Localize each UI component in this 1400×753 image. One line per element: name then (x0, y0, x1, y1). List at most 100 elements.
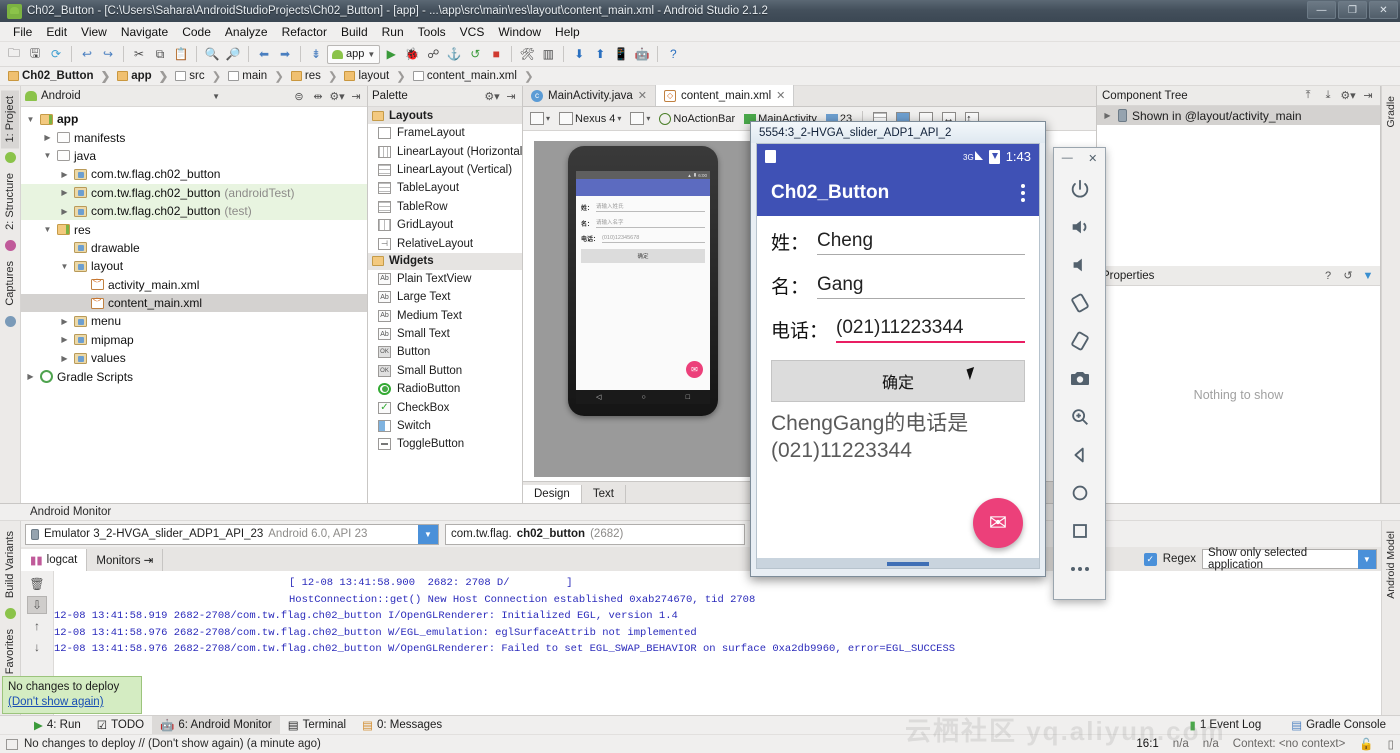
volume-down-icon[interactable] (1063, 248, 1097, 282)
tree-row[interactable]: ▶ com.tw.flag.ch02_button (test) (21, 201, 367, 221)
chevron-down-icon[interactable]: ▼ (418, 524, 438, 544)
breadcrumb-item-src[interactable]: src ❯ (173, 69, 226, 83)
overflow-menu-icon[interactable] (1021, 183, 1025, 202)
run-coverage-icon[interactable]: ☍ (423, 44, 443, 64)
expand-arrow-icon[interactable]: ▼ (42, 151, 53, 160)
breadcrumb-item-main[interactable]: main ❯ (226, 69, 289, 83)
project-tree[interactable]: ▼ app ▶ manifests ▼ java ▶ com.tw.flag.ch02_but… (21, 107, 367, 503)
rail-tab-structure[interactable]: 2: Structure (1, 167, 19, 236)
hide-panel-icon[interactable]: ⇥ (349, 89, 363, 103)
theme-selector[interactable]: NoActionBar (656, 109, 738, 128)
logcat-output[interactable]: [ 12-08 13:41:58.900 2682: 2708 D/ ] Host… (54, 571, 1381, 715)
status-tab-event-log[interactable]: ▮ 1 Event Log (1181, 716, 1269, 734)
rotate-left-icon[interactable] (1063, 286, 1097, 320)
rendering-mode-button[interactable]: ▾ (527, 109, 553, 128)
scroll-to-end-icon[interactable]: ⇩ (27, 596, 47, 614)
chevron-down-icon[interactable]: ▼ (1357, 549, 1376, 569)
palette-item[interactable]: Large Text (368, 288, 522, 306)
clear-logcat-icon[interactable]: 🗑 (27, 575, 47, 593)
gear-icon[interactable]: ⚙▾ (484, 89, 499, 103)
tab-mainactivity-java[interactable]: c MainActivity.java ✕ (523, 85, 657, 106)
caret-position[interactable]: 16:1 (1136, 738, 1158, 750)
expand-arrow-icon[interactable]: ▶ (25, 372, 36, 381)
menu-item-window[interactable]: Window (491, 23, 548, 41)
status-tab-android-monitor[interactable]: 🤖 6: Android Monitor (152, 716, 280, 734)
close-icon[interactable]: ✕ (776, 89, 785, 102)
status-tab-terminal[interactable]: ▤ Terminal (280, 716, 354, 734)
filter-icon[interactable]: ▼ (1361, 269, 1375, 283)
collapse-all-icon[interactable]: ⤓ (1321, 89, 1335, 103)
palette-item[interactable]: GridLayout (368, 216, 522, 234)
gear-icon[interactable]: ⚙▾ (329, 89, 344, 103)
tree-row[interactable]: ▶ com.tw.flag.ch02_button (androidTest) (21, 183, 367, 202)
expand-arrow-icon[interactable]: ▼ (42, 225, 53, 234)
palette-group-header[interactable]: Widgets (368, 252, 522, 270)
run-configuration-selector[interactable]: app ▼ (327, 44, 381, 64)
rail-tab-build-variants[interactable]: Build Variants (1, 525, 19, 604)
palette-item[interactable]: Small Button (368, 362, 522, 380)
breadcrumb-item-layout[interactable]: layout ❯ (342, 69, 410, 83)
status-tab-gradle-console[interactable]: ▤ Gradle Console (1283, 716, 1394, 734)
project-view-selector[interactable]: Android ▼ (25, 90, 220, 102)
menu-item-view[interactable]: View (74, 23, 114, 41)
tree-row[interactable]: ▶ menu (21, 312, 367, 330)
rerun-icon[interactable]: ↺ (465, 44, 485, 64)
maximize-button[interactable]: ❐ (1338, 1, 1367, 19)
run-icon[interactable]: ▶ (381, 44, 401, 64)
menu-item-navigate[interactable]: Navigate (114, 23, 175, 41)
tab-logcat[interactable]: ▮▮ logcat (21, 549, 88, 571)
rail-tab-android-model[interactable]: Android Model (1382, 525, 1400, 605)
tree-row[interactable]: ▶ Gradle Scripts (21, 367, 367, 385)
update-icon[interactable]: ⬇ (569, 44, 589, 64)
rail-tab-gradle[interactable]: Gradle (1382, 90, 1400, 134)
tree-row[interactable]: ▶ com.tw.flag.ch02_button (21, 165, 367, 183)
paste-icon[interactable]: 📋 (171, 44, 191, 64)
avd-manager-icon[interactable]: ▥ (538, 44, 558, 64)
android-device-icon[interactable]: 🤖 (632, 44, 652, 64)
screenshot-icon[interactable] (1063, 362, 1097, 396)
tab-monitors[interactable]: Monitors ⇥ (87, 549, 164, 571)
expand-arrow-icon[interactable]: ▶ (59, 317, 70, 326)
breadcrumb-item-file[interactable]: content_main.xml ❯ (411, 69, 539, 83)
tree-row[interactable]: ▶ mipmap (21, 331, 367, 349)
tree-row[interactable]: drawable (21, 239, 367, 257)
breadcrumb-item-app[interactable]: app ❯ (115, 69, 173, 83)
expand-arrow-icon[interactable]: ▼ (25, 115, 36, 124)
commit-icon[interactable]: ⬆ (590, 44, 610, 64)
tab-text[interactable]: Text (582, 485, 626, 503)
open-folder-icon[interactable]: 🗀 (4, 44, 24, 64)
menu-item-file[interactable]: File (6, 23, 39, 41)
encoding[interactable]: n/a (1203, 738, 1219, 750)
menu-item-analyze[interactable]: Analyze (218, 23, 275, 41)
expand-all-icon[interactable]: ⤒ (1301, 89, 1315, 103)
orientation-selector[interactable]: ▾ (627, 109, 653, 128)
palette-item[interactable]: Button (368, 343, 522, 361)
tooltip-dont-show-link[interactable]: (Don't show again) (8, 696, 104, 708)
sdk-manager-icon[interactable]: 🛠 (517, 44, 537, 64)
save-all-icon[interactable]: 🖫 (25, 44, 45, 64)
palette-item[interactable]: Plain TextView (368, 270, 522, 288)
palette-group-header[interactable]: Layouts (368, 107, 522, 124)
palette-item[interactable]: LinearLayout (Horizontal) (368, 142, 522, 160)
find-icon[interactable]: 🔍 (202, 44, 222, 64)
attach-debugger-icon[interactable]: ⚓ (444, 44, 464, 64)
scroll-from-source-icon[interactable]: ⇹ (311, 89, 325, 103)
close-button[interactable]: ✕ (1369, 1, 1398, 19)
email-fab-icon[interactable]: ✉ (973, 498, 1023, 548)
hide-panel-icon[interactable]: ⇥ (504, 89, 518, 103)
tree-row[interactable]: ▼ res (21, 220, 367, 238)
palette-item[interactable]: ToggleButton (368, 435, 522, 453)
palette-item[interactable]: CheckBox (368, 398, 522, 416)
regex-checkbox[interactable]: ✓ (1143, 552, 1157, 566)
lock-icon[interactable]: 🔓 (1359, 737, 1373, 751)
palette-item[interactable]: RelativeLayout (368, 234, 522, 252)
redo-icon[interactable]: ↪ (98, 44, 118, 64)
surname-input[interactable]: Cheng (817, 230, 1025, 255)
log-filter-combo[interactable]: Show only selected application ▼ (1202, 547, 1377, 571)
tree-row[interactable]: ▶ values (21, 349, 367, 367)
palette-item[interactable]: Small Text (368, 325, 522, 343)
palette-item[interactable]: Medium Text (368, 307, 522, 325)
sync-project-icon[interactable]: ⇟ (306, 44, 326, 64)
rail-tab-captures[interactable]: Captures (1, 255, 19, 312)
minimize-button[interactable]: — (1307, 1, 1336, 19)
